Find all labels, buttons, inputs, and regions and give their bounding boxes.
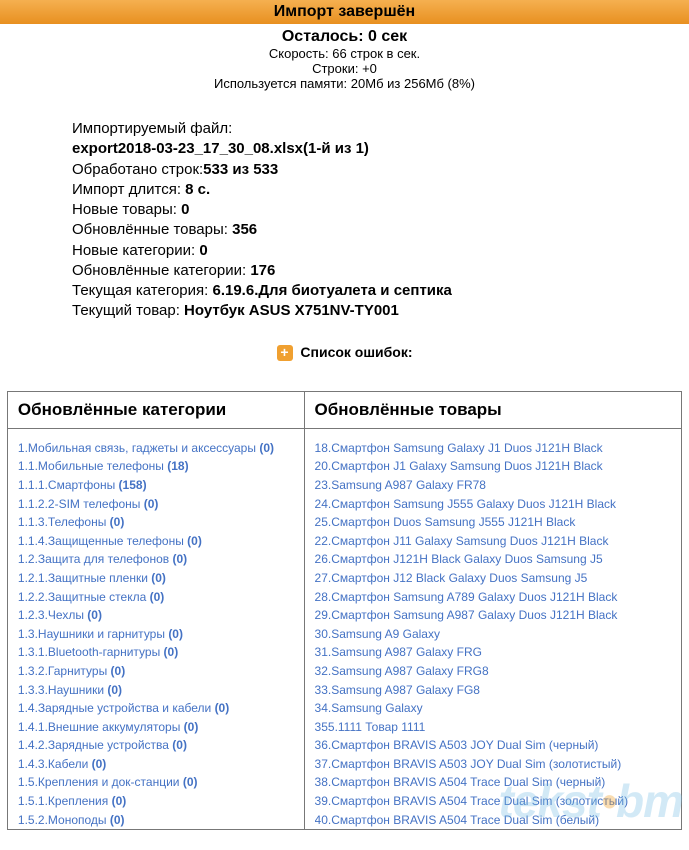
- list-item[interactable]: 39.Смартфон BRAVIS A504 Trace Dual Sim (…: [315, 792, 672, 811]
- list-item[interactable]: 1.3.1.Bluetooth-гарнитуры (0): [18, 643, 294, 662]
- upd-cat-value: 176: [250, 262, 275, 279]
- cur-prod-label: Текущий товар:: [72, 302, 180, 319]
- list-item[interactable]: 23.Samsung A987 Galaxy FR78: [315, 476, 672, 495]
- memory-value: 20Мб из 256Мб (8%): [351, 76, 475, 91]
- list-item[interactable]: 1.2.Защита для телефонов (0): [18, 550, 294, 569]
- list-item[interactable]: 1.1.1.Смартфоны (158): [18, 476, 294, 495]
- new-prod-label: Новые товары:: [72, 201, 177, 218]
- speed-value: 66 строк в сек.: [332, 46, 420, 61]
- upd-cat-label: Обновлённые категории:: [72, 262, 246, 279]
- list-item[interactable]: 1.4.3.Кабели (0): [18, 755, 294, 774]
- list-item[interactable]: 1.3.3.Наушники (0): [18, 681, 294, 700]
- file-value: export2018-03-23_17_30_08.xlsx(1-й из 1): [72, 140, 369, 157]
- list-item[interactable]: 29.Смартфон Samsung A987 Galaxy Duos J12…: [315, 606, 672, 625]
- list-item[interactable]: 1.3.Наушники и гарнитуры (0): [18, 625, 294, 644]
- speed-label: Скорость:: [269, 46, 329, 61]
- list-item[interactable]: 1.2.3.Чехлы (0): [18, 606, 294, 625]
- product-list: 18.Смартфон Samsung Galaxy J1 Duos J121H…: [315, 439, 672, 829]
- list-item[interactable]: 1.5.1.Крепления (0): [18, 792, 294, 811]
- list-item[interactable]: 1.1.Мобильные телефоны (18): [18, 457, 294, 476]
- details-block: Импортируемый файл: export2018-03-23_17_…: [72, 119, 689, 322]
- memory-label: Используется памяти:: [214, 76, 347, 91]
- list-item[interactable]: 1.5.2.Моноподы (0): [18, 811, 294, 830]
- header-updated-products: Обновлённые товары: [304, 391, 682, 428]
- list-item[interactable]: 32.Samsung A987 Galaxy FRG8: [315, 662, 672, 681]
- new-prod-value: 0: [181, 201, 189, 218]
- list-item[interactable]: 355.1111 Товар 1111: [315, 718, 672, 737]
- remaining-value: 0 сек: [368, 28, 407, 45]
- list-item[interactable]: 26.Смартфон J121H Black Galaxy Duos Sams…: [315, 550, 672, 569]
- list-item[interactable]: 28.Смартфон Samsung A789 Galaxy Duos J12…: [315, 588, 672, 607]
- list-item[interactable]: 1.5.Крепления и док-станции (0): [18, 773, 294, 792]
- list-item[interactable]: 20.Смартфон J1 Galaxy Samsung Duos J121H…: [315, 457, 672, 476]
- results-table: Обновлённые категории Обновлённые товары…: [7, 391, 682, 830]
- list-item[interactable]: 27.Смартфон J12 Black Galaxy Duos Samsun…: [315, 569, 672, 588]
- list-item[interactable]: 33.Samsung A987 Galaxy FG8: [315, 681, 672, 700]
- list-item[interactable]: 34.Samsung Galaxy: [315, 699, 672, 718]
- list-item[interactable]: 1.Мобильная связь, гаджеты и аксессуары …: [18, 439, 294, 458]
- plus-icon: +: [277, 345, 293, 361]
- list-item[interactable]: 18.Смартфон Samsung Galaxy J1 Duos J121H…: [315, 439, 672, 458]
- new-cat-value: 0: [199, 242, 207, 259]
- list-item[interactable]: 30.Samsung A9 Galaxy: [315, 625, 672, 644]
- list-item[interactable]: 25.Смартфон Duos Samsung J555 J121H Blac…: [315, 513, 672, 532]
- remaining-label: Осталось:: [282, 28, 364, 45]
- list-item[interactable]: 1.4.Зарядные устройства и кабели (0): [18, 699, 294, 718]
- list-item[interactable]: 40.Смартфон BRAVIS A504 Trace Dual Sim (…: [315, 811, 672, 830]
- page-title: Импорт завершён: [0, 0, 689, 24]
- cur-cat-value: 6.19.6.Для биотуалета и септика: [212, 282, 451, 299]
- list-item[interactable]: 31.Samsung A987 Galaxy FRG: [315, 643, 672, 662]
- summary-block: Осталось: 0 сек Скорость: 66 строк в сек…: [0, 24, 689, 101]
- cur-cat-label: Текущая категория:: [72, 282, 208, 299]
- list-item[interactable]: 1.2.2.Защитные стекла (0): [18, 588, 294, 607]
- errors-label: Список ошибок:: [300, 344, 412, 360]
- rows-label: Строки:: [312, 61, 358, 76]
- list-item[interactable]: 1.3.2.Гарнитуры (0): [18, 662, 294, 681]
- list-item[interactable]: 1.4.2.Зарядные устройства (0): [18, 736, 294, 755]
- processed-value: 533 из 533: [203, 161, 278, 178]
- duration-value: 8 с.: [185, 181, 210, 198]
- list-item[interactable]: 1.1.2.2-SIM телефоны (0): [18, 495, 294, 514]
- file-label: Импортируемый файл:: [72, 120, 232, 137]
- header-updated-categories: Обновлённые категории: [7, 391, 304, 428]
- list-item[interactable]: 22.Смартфон J11 Galaxy Samsung Duos J121…: [315, 532, 672, 551]
- list-item[interactable]: 24.Смартфон Samsung J555 Galaxy Duos J12…: [315, 495, 672, 514]
- list-item[interactable]: 36.Смартфон BRAVIS A503 JOY Dual Sim (че…: [315, 736, 672, 755]
- rows-value: +0: [362, 61, 377, 76]
- upd-prod-value: 356: [232, 221, 257, 238]
- list-item[interactable]: 1.4.1.Внешние аккумуляторы (0): [18, 718, 294, 737]
- list-item[interactable]: 1.1.3.Телефоны (0): [18, 513, 294, 532]
- list-item[interactable]: 37.Смартфон BRAVIS A503 JOY Dual Sim (зо…: [315, 755, 672, 774]
- errors-toggle[interactable]: + Список ошибок:: [0, 344, 689, 361]
- list-item[interactable]: 38.Смартфон BRAVIS A504 Trace Dual Sim (…: [315, 773, 672, 792]
- list-item[interactable]: 1.2.1.Защитные пленки (0): [18, 569, 294, 588]
- cur-prod-value: Ноутбук ASUS X751NV-TY001: [184, 302, 399, 319]
- new-cat-label: Новые категории:: [72, 242, 195, 259]
- list-item[interactable]: 1.1.4.Защищенные телефоны (0): [18, 532, 294, 551]
- category-list: 1.Мобильная связь, гаджеты и аксессуары …: [18, 439, 294, 829]
- processed-label: Обработано строк:: [72, 161, 203, 178]
- upd-prod-label: Обновлённые товары:: [72, 221, 228, 238]
- duration-label: Импорт длится:: [72, 181, 181, 198]
